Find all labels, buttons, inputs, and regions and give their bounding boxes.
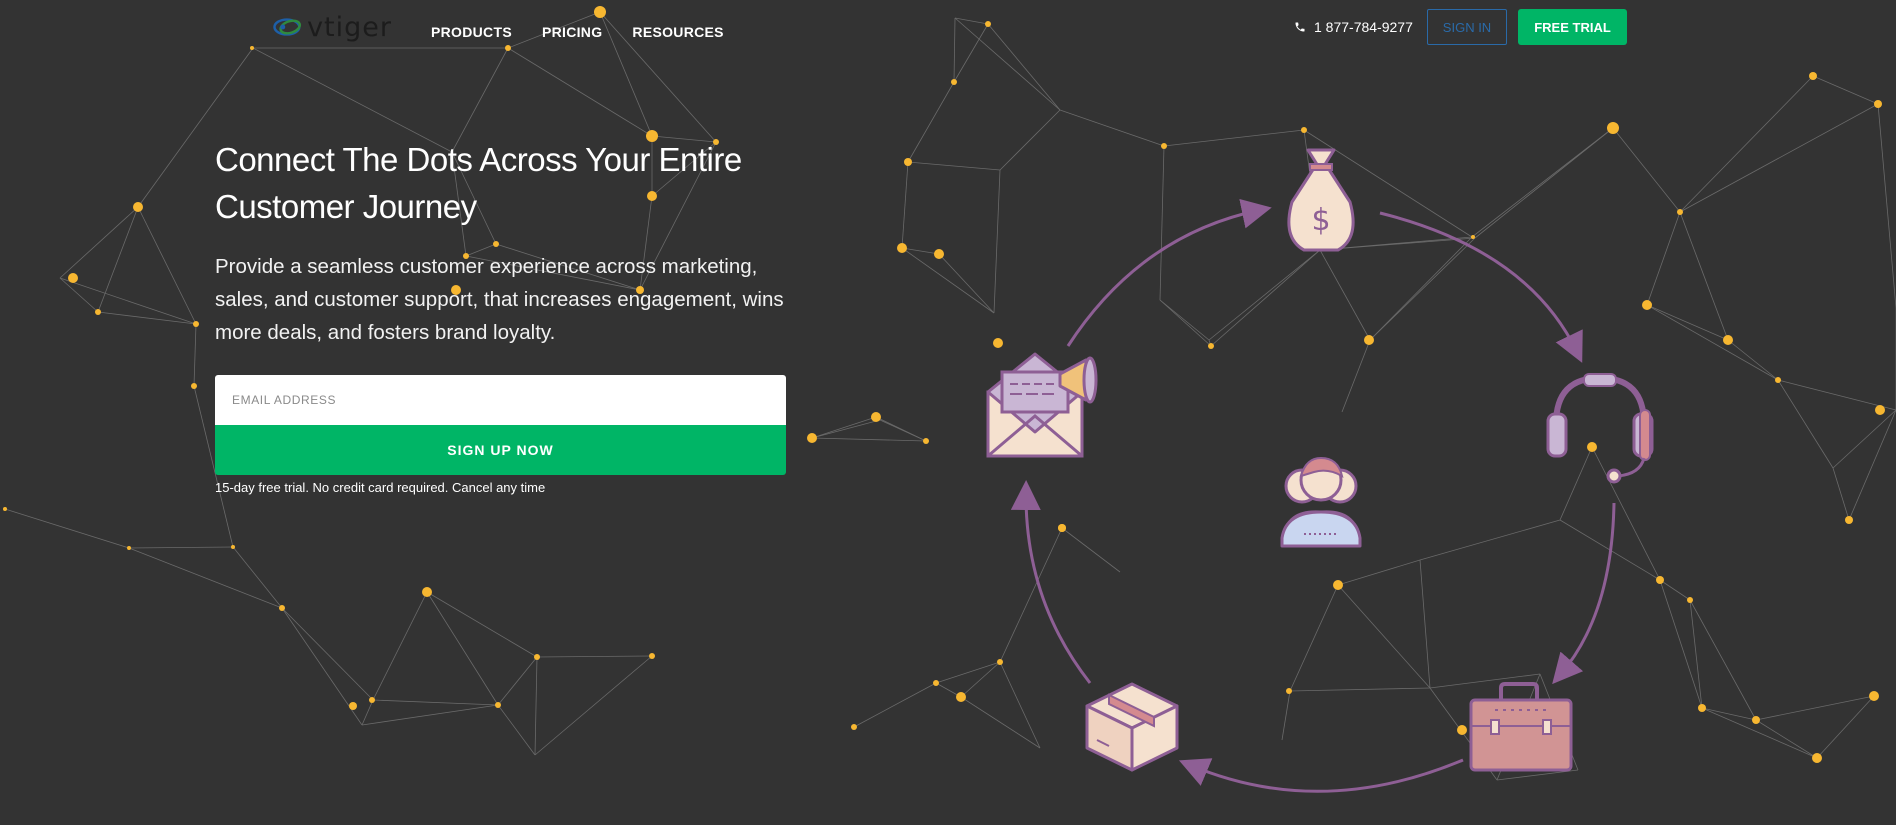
briefcase-icon (1469, 682, 1573, 772)
cycle-arrow (1178, 758, 1464, 793)
cycle-arrow (1552, 502, 1616, 685)
cycle-arrow (1379, 211, 1583, 363)
svg-text:$: $ (1311, 203, 1330, 238)
cycle-arrow (1066, 198, 1272, 347)
package-box-icon (1085, 682, 1179, 772)
cycle-arrow (1010, 480, 1092, 684)
customers-group-icon (1280, 456, 1362, 548)
email-megaphone-icon (986, 352, 1098, 458)
customer-journey-cycle: $ (986, 148, 1654, 793)
money-bag-icon: $ (1287, 148, 1355, 252)
headset-icon (1546, 373, 1654, 484)
